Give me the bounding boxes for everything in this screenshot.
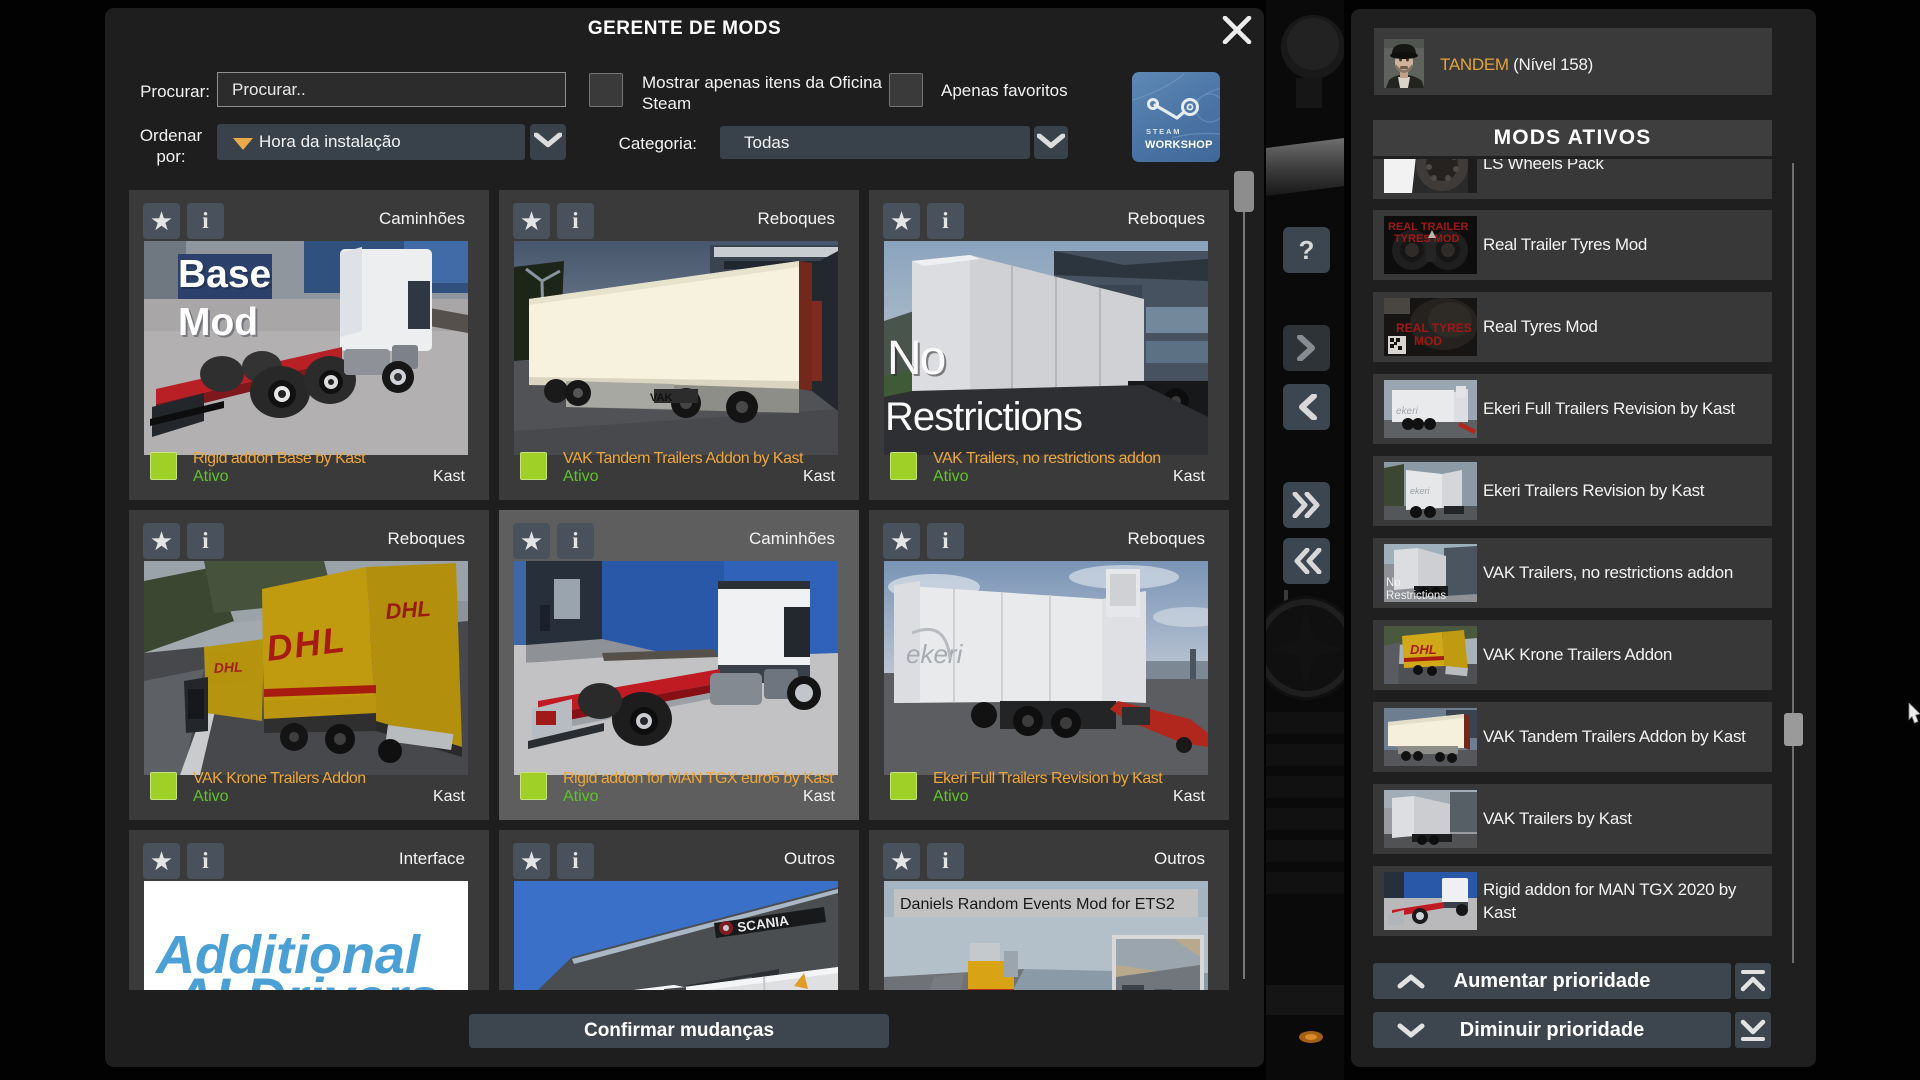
svg-text:ekeri: ekeri (1396, 406, 1418, 417)
svg-text:Mod: Mod (178, 301, 258, 344)
svg-text:REAL TRAILER: REAL TRAILER (1388, 221, 1469, 233)
svg-text:AI Drivers: AI Drivers (172, 966, 439, 990)
svg-text:Restrictions: Restrictions (885, 395, 1082, 439)
svg-text:ekeri: ekeri (906, 639, 964, 669)
svg-text:DHL: DHL (1410, 642, 1437, 657)
svg-text:Daniels Random Events Mod for: Daniels Random Events Mod for ETS2 (900, 896, 1175, 913)
svg-text:TYRES MOD: TYRES MOD (1394, 233, 1459, 245)
svg-text:No: No (887, 332, 945, 385)
svg-text:STEAM: STEAM (1146, 127, 1181, 136)
svg-text:WORKSHOP: WORKSHOP (1145, 139, 1213, 151)
svg-text:REAL TYRES: REAL TYRES (1396, 321, 1472, 335)
svg-text:VAK: VAK (650, 392, 672, 404)
svg-text:Base: Base (178, 253, 271, 296)
svg-text:MOD: MOD (1414, 334, 1442, 348)
svg-text:DHL: DHL (385, 596, 432, 624)
svg-text:No: No (1386, 577, 1401, 589)
svg-text:Restrictions: Restrictions (1386, 590, 1446, 602)
svg-text:DHL: DHL (213, 659, 243, 676)
svg-text:ekeri: ekeri (1410, 486, 1431, 496)
